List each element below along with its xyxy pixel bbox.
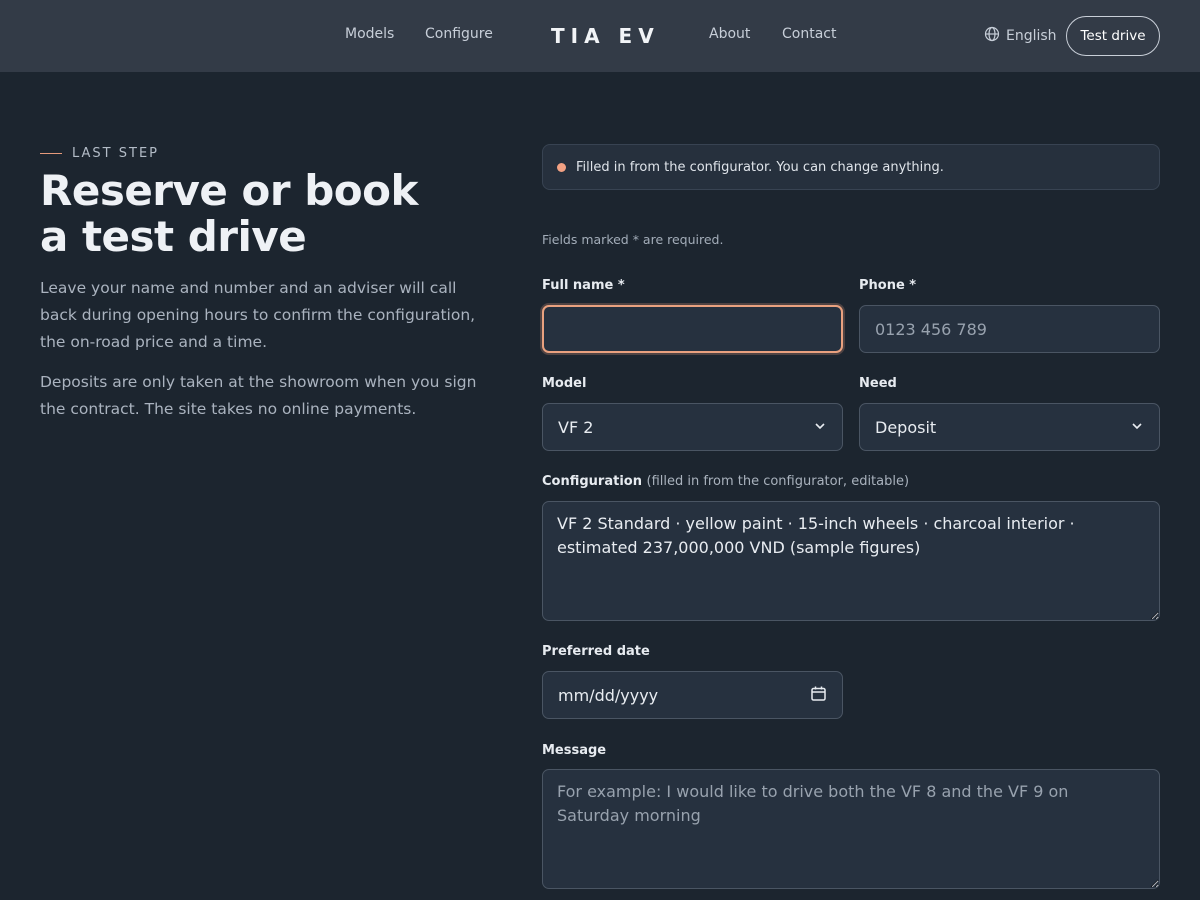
configuration-textarea[interactable]: VF 2 Standard · yellow paint · 15-inch w…	[542, 501, 1160, 621]
need-value: Deposit	[875, 417, 937, 437]
model-select[interactable]: VF 2	[542, 403, 843, 451]
globe-icon	[984, 26, 1000, 46]
need-label: Need	[859, 376, 897, 391]
need-select[interactable]: Deposit	[859, 403, 1160, 451]
test-drive-button[interactable]: Test drive	[1066, 16, 1160, 56]
eyebrow-text: LAST STEP	[72, 146, 160, 161]
brand-logo[interactable]: TIA EV	[551, 24, 660, 48]
chevron-down-icon	[1130, 418, 1144, 437]
preferred-date-label: Preferred date	[542, 644, 650, 659]
required-note: Fields marked * are required.	[542, 232, 724, 247]
intro-lead: Leave your name and number and an advise…	[40, 279, 476, 351]
date-value: mm/dd/yyyy	[558, 685, 659, 705]
nav-link-contact[interactable]: Contact	[782, 26, 836, 42]
chevron-down-icon	[813, 418, 827, 437]
language-switcher[interactable]: English	[984, 26, 1057, 46]
phone-label: Phone *	[859, 278, 917, 293]
full-name-input[interactable]	[542, 305, 843, 353]
status-dot	[557, 162, 566, 172]
notice-text: Filled in from the configurator. You can…	[576, 159, 944, 175]
nav-link-configure[interactable]: Configure	[425, 26, 493, 42]
title-line-2: a test drive	[40, 212, 307, 261]
title-line-1: Reserve or book	[40, 166, 418, 215]
language-label: English	[1006, 28, 1057, 44]
model-value: VF 2	[558, 417, 594, 437]
configuration-label-note: (filled in from the configurator, editab…	[646, 474, 910, 489]
model-label: Model	[542, 376, 587, 391]
prefill-notice: Filled in from the configurator. You can…	[542, 144, 1160, 190]
configuration-label: Configuration (filled in from the config…	[542, 474, 909, 489]
nav-link-about[interactable]: About	[709, 26, 750, 42]
nav-link-models[interactable]: Models	[345, 26, 394, 42]
eyebrow-line	[40, 153, 62, 154]
phone-input[interactable]	[859, 305, 1160, 353]
calendar-icon[interactable]	[810, 685, 827, 706]
preferred-date-input[interactable]: mm/dd/yyyy	[542, 671, 843, 719]
message-textarea[interactable]	[542, 769, 1160, 889]
full-name-label: Full name *	[542, 278, 625, 293]
top-navigation: Models Configure TIA EV About Contact En…	[0, 0, 1200, 72]
configuration-label-text: Configuration	[542, 474, 642, 489]
intro-note: Deposits are only taken at the showroom …	[40, 373, 477, 418]
message-label: Message	[542, 743, 607, 758]
page-title: Reserve or book a test drive	[40, 168, 480, 260]
eyebrow: LAST STEP	[40, 146, 159, 161]
